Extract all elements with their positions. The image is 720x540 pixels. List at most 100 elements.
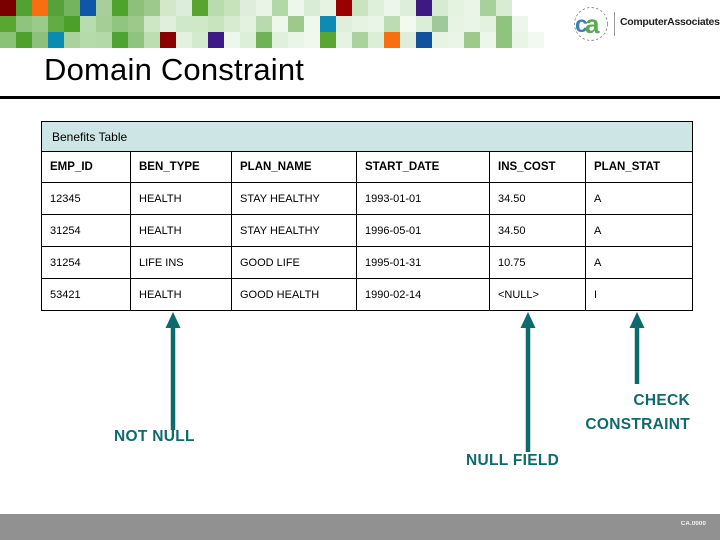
mosaic-cell (432, 0, 448, 16)
mosaic-cell (496, 32, 512, 48)
mosaic-cell (288, 32, 304, 48)
mosaic-cell (432, 16, 448, 32)
mosaic-cell (144, 16, 160, 32)
check-constraint-arrow (629, 312, 645, 384)
mosaic-cell (496, 16, 512, 32)
table-caption: Benefits Table (40, 121, 694, 152)
mosaic-cell (528, 32, 544, 48)
cell-plan-stat: I (584, 278, 694, 311)
mosaic-cell (272, 16, 288, 32)
mosaic-cell (112, 16, 128, 32)
table-row: 31254 LIFE INS GOOD LIFE 1995-01-31 10.7… (41, 246, 694, 279)
svg-text:a: a (585, 9, 600, 39)
mosaic-cell (48, 32, 64, 48)
cell-start-date: 1990-02-14 (356, 278, 490, 311)
cell-ben-type: HEALTH (130, 182, 232, 215)
mosaic-cell (272, 32, 288, 48)
mosaic-cell (208, 16, 224, 32)
mosaic-cell (176, 0, 192, 16)
mosaic-cell (400, 16, 416, 32)
cell-ins-cost: 34.50 (489, 182, 586, 215)
mosaic-cell (64, 0, 80, 16)
mosaic-cell (240, 16, 256, 32)
mosaic-cell (336, 32, 352, 48)
mosaic-cell (16, 16, 32, 32)
mosaic-cell (288, 0, 304, 16)
cell-start-date: 1996-05-01 (356, 214, 490, 247)
footer-slide-code: CA.0000 (680, 521, 706, 527)
ca-logo-mark: c a (574, 7, 608, 41)
logo-divider (614, 12, 615, 36)
cell-ben-type: HEALTH (130, 278, 232, 311)
cell-start-date: 1993-01-01 (356, 182, 490, 215)
mosaic-cell (16, 32, 32, 48)
mosaic-cell (224, 0, 240, 16)
column-header-start-date: START_DATE (356, 151, 490, 183)
mosaic-cell (304, 16, 320, 32)
mosaic-cell (160, 0, 176, 16)
annotation-label-null-field: NULL FIELD (466, 452, 560, 469)
mosaic-cell (464, 16, 480, 32)
mosaic-cell (128, 0, 144, 16)
cell-plan-stat: A (584, 182, 694, 215)
mosaic-cell (496, 0, 512, 16)
cell-ben-type: HEALTH (130, 214, 232, 247)
mosaic-cell (96, 16, 112, 32)
mosaic-cell (112, 32, 128, 48)
table-row: 12345 HEALTH STAY HEALTHY 1993-01-01 34.… (41, 182, 694, 215)
mosaic-cell (32, 32, 48, 48)
table-caption-row: Benefits Table (40, 121, 694, 152)
mosaic-cell (0, 16, 16, 32)
mosaic-cell (224, 16, 240, 32)
mosaic-cell (80, 32, 96, 48)
mosaic-cell (368, 0, 384, 16)
mosaic-cell (32, 0, 48, 16)
cell-start-date: 1995-01-31 (356, 246, 490, 279)
table-row: 53421 HEALTH GOOD HEALTH 1990-02-14 <NUL… (41, 278, 694, 311)
mosaic-cell (16, 0, 32, 16)
cell-ins-cost: <NULL> (489, 278, 586, 311)
cell-ins-cost: 34.50 (489, 214, 586, 247)
mosaic-cell (256, 0, 272, 16)
mosaic-cell (416, 0, 432, 16)
title-divider-rule (0, 96, 720, 99)
mosaic-cell (128, 16, 144, 32)
mosaic-cell (0, 0, 16, 16)
column-header-emp-id: EMP_ID (41, 151, 131, 183)
mosaic-cell (0, 32, 16, 48)
mosaic-cell (48, 0, 64, 16)
mosaic-cell (320, 32, 336, 48)
mosaic-cell (480, 16, 496, 32)
mosaic-cell (336, 16, 352, 32)
cell-plan-name: GOOD LIFE (231, 246, 357, 279)
table-header-row: EMP_ID BEN_TYPE PLAN_NAME START_DATE INS… (41, 151, 694, 183)
table-row: 31254 HEALTH STAY HEALTHY 1996-05-01 34.… (41, 214, 694, 247)
mosaic-cell (480, 32, 496, 48)
footer-bar (0, 514, 720, 540)
column-header-ins-cost: INS_COST (489, 151, 586, 183)
mosaic-cell (32, 16, 48, 32)
page-title: Domain Constraint (44, 52, 305, 87)
mosaic-cell (384, 32, 400, 48)
mosaic-cell (512, 32, 528, 48)
mosaic-cell (144, 32, 160, 48)
annotation-check-line2: CONSTRAINT (585, 416, 690, 434)
mosaic-cell (64, 16, 80, 32)
annotation-check-line1: CHECK (633, 392, 690, 409)
mosaic-cell (512, 16, 528, 32)
mosaic-cell (416, 16, 432, 32)
column-header-plan-stat: PLAN_STAT (584, 151, 694, 183)
mosaic-cell (480, 0, 496, 16)
mosaic-cell (464, 32, 480, 48)
mosaic-cell (208, 32, 224, 48)
mosaic-cell (352, 16, 368, 32)
cell-plan-stat: A (584, 246, 694, 279)
mosaic-cell (416, 32, 432, 48)
mosaic-cell (288, 16, 304, 32)
mosaic-cell (448, 0, 464, 16)
mosaic-cell (176, 32, 192, 48)
mosaic-cell (368, 32, 384, 48)
mosaic-cell (192, 0, 208, 16)
column-header-plan-name: PLAN_NAME (231, 151, 357, 183)
mosaic-cell (64, 32, 80, 48)
